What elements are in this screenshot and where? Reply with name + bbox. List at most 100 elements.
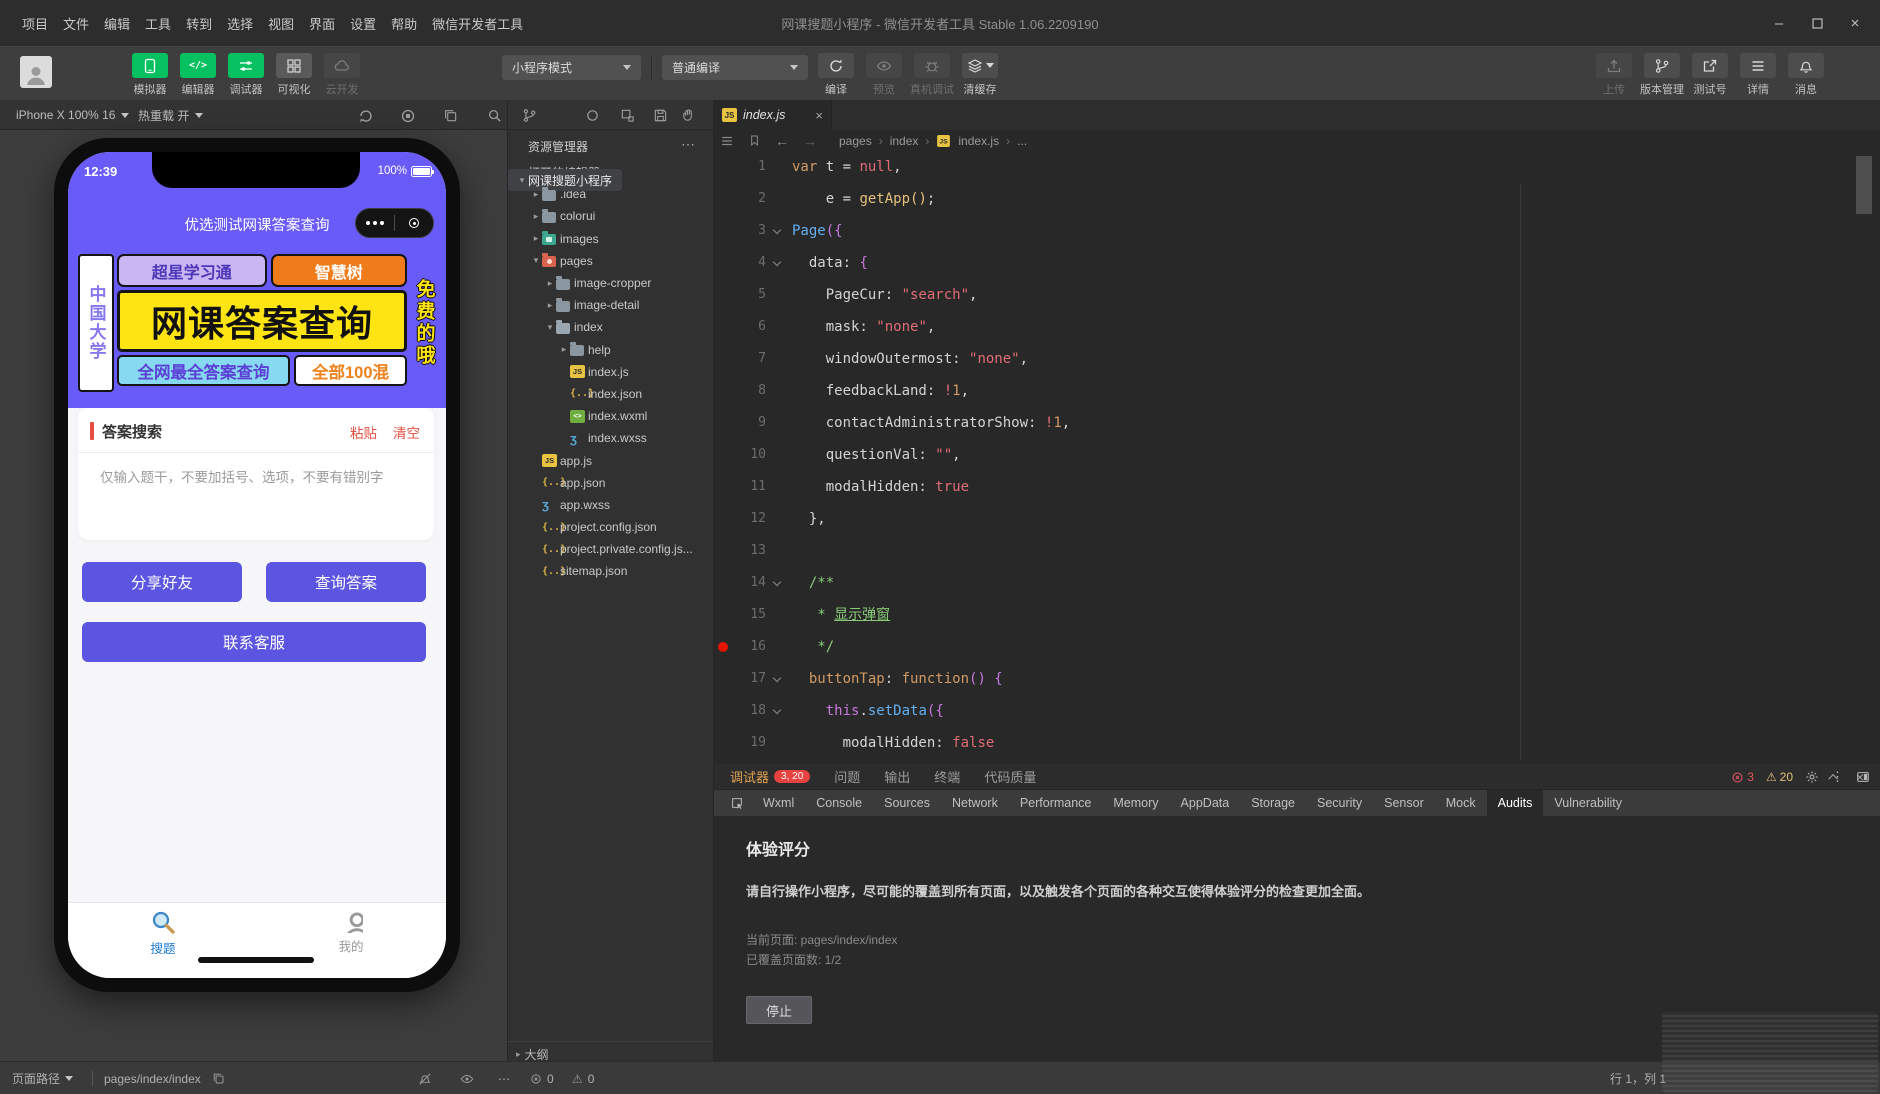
line-number[interactable]: 8: [714, 375, 766, 407]
panel-tab-输出[interactable]: 输出: [884, 767, 910, 786]
fold-chevron-icon[interactable]: [772, 673, 782, 683]
clear-link[interactable]: 清空: [393, 422, 420, 442]
compile-mode-select[interactable]: 普通编译: [662, 55, 808, 80]
toolbar-button-可视化[interactable]: 可视化: [276, 53, 312, 97]
devtools-tab-Audits[interactable]: Audits: [1486, 790, 1544, 816]
exit-button[interactable]: [395, 218, 433, 228]
search-icon[interactable]: [487, 107, 502, 125]
chevron-down-icon[interactable]: ▾: [516, 175, 528, 186]
devtools-tab-Memory[interactable]: Memory: [1102, 790, 1169, 816]
avatar[interactable]: [20, 56, 52, 88]
tree-item-index[interactable]: ▾ index: [508, 316, 714, 338]
toolbar-button-版本管理[interactable]: 版本管理: [1640, 53, 1684, 97]
tab-index-js[interactable]: JS index.js ×: [714, 100, 832, 130]
watch-icon[interactable]: [460, 1062, 474, 1094]
toolbar-button-云开发[interactable]: 云开发: [324, 53, 360, 97]
panel-tab-代码质量[interactable]: 代码质量: [984, 767, 1036, 786]
line-number[interactable]: 10: [714, 439, 766, 471]
mode-select[interactable]: 小程序模式: [502, 55, 641, 80]
grid2-icon[interactable]: [620, 107, 635, 125]
chevron-right-icon[interactable]: ▸: [544, 278, 556, 289]
copy-path-icon[interactable]: [212, 1062, 225, 1094]
chevron-right-icon[interactable]: ▸: [530, 211, 542, 222]
line-number[interactable]: 17: [714, 663, 766, 695]
tree-item-help[interactable]: ▸ help: [508, 339, 714, 361]
chevron-right-icon[interactable]: ▸: [558, 344, 570, 355]
fold-chevron-icon[interactable]: [772, 577, 782, 587]
fold-chevron-icon[interactable]: [772, 705, 782, 715]
tree-item-app.wxss[interactable]: ʒ app.wxss: [508, 494, 714, 516]
save-icon[interactable]: [653, 107, 668, 125]
devtools-tab-Sensor[interactable]: Sensor: [1373, 790, 1435, 816]
breadcrumb-item-index.js[interactable]: index.js: [958, 134, 999, 148]
line-number[interactable]: 13: [714, 535, 766, 567]
circle-icon[interactable]: [585, 107, 600, 125]
tab-mine[interactable]: 我的: [306, 909, 396, 955]
tree-item-index.wxml[interactable]: <> index.wxml: [508, 405, 714, 427]
line-number[interactable]: 19: [714, 727, 766, 759]
line-number[interactable]: 1: [714, 151, 766, 183]
more-status-icon[interactable]: ⋯: [498, 1062, 510, 1094]
close-icon[interactable]: ×: [815, 108, 823, 123]
bookmark-icon[interactable]: [748, 132, 761, 150]
line-number[interactable]: 11: [714, 471, 766, 503]
devtools-tab-Security[interactable]: Security: [1306, 790, 1373, 816]
record-icon[interactable]: [400, 107, 416, 125]
cursor-position[interactable]: 行 1，列 1: [1610, 1062, 1666, 1094]
breadcrumb-item-pages[interactable]: pages: [839, 134, 872, 148]
toolbar-button-调试器[interactable]: 调试器: [228, 53, 264, 97]
line-number[interactable]: 6: [714, 311, 766, 343]
minimize-button[interactable]: –: [1760, 0, 1798, 46]
tree-item-app.js[interactable]: JS app.js: [508, 449, 714, 471]
devtools-tab-Performance[interactable]: Performance: [1009, 790, 1103, 816]
line-number[interactable]: 18: [714, 695, 766, 727]
toolbar-button-消息[interactable]: 消息: [1788, 53, 1824, 97]
line-number[interactable]: 2: [714, 183, 766, 215]
devtools-error-count[interactable]: 3: [1731, 770, 1754, 784]
line-number[interactable]: 16: [714, 631, 766, 663]
dock-side-icon[interactable]: [1856, 770, 1870, 785]
tree-item-app.json[interactable]: {..} app.json: [508, 472, 714, 494]
fold-chevron-icon[interactable]: [772, 257, 782, 267]
tree-item-index.js[interactable]: JS index.js: [508, 361, 714, 383]
toolbar-button-预览[interactable]: 预览: [866, 53, 902, 97]
forward-icon[interactable]: →: [803, 133, 817, 149]
line-number[interactable]: 12: [714, 503, 766, 535]
more-actions-icon[interactable]: ⋯: [681, 136, 696, 153]
toolbar-button-编译[interactable]: 编译: [818, 53, 854, 97]
status-warning-count[interactable]: ⚠ 0: [572, 1062, 594, 1094]
tree-item-index.json[interactable]: {..} index.json: [508, 383, 714, 405]
paste-link[interactable]: 粘贴: [350, 422, 377, 442]
devtools-warning-count[interactable]: ⚠ 20: [1766, 770, 1793, 784]
outline-list-icon[interactable]: [720, 132, 734, 150]
close-button[interactable]: ×: [1836, 0, 1874, 46]
more-menu-button[interactable]: [356, 221, 394, 225]
chevron-down-icon[interactable]: ▾: [530, 255, 542, 266]
toolbar-button-模拟器[interactable]: 模拟器: [132, 53, 168, 97]
device-select[interactable]: iPhone X 100% 16: [16, 100, 130, 130]
stop-button[interactable]: 停止: [746, 996, 812, 1024]
devtools-tab-Network[interactable]: Network: [941, 790, 1009, 816]
chevron-right-icon[interactable]: ▸: [544, 300, 556, 311]
tree-item-project.config.json[interactable]: {..} project.config.json: [508, 516, 714, 538]
line-number[interactable]: 15: [714, 599, 766, 631]
promo-banner[interactable]: 中国大学 超星学习通 智慧树 网课答案查询 全网最全答案查询 全部100混 免费…: [78, 254, 438, 392]
notification-toggle-icon[interactable]: [418, 1062, 432, 1094]
kebab-menu-icon[interactable]: ⋮: [1831, 769, 1844, 785]
tree-item-colorui[interactable]: ▸ colorui: [508, 205, 714, 227]
branch-icon[interactable]: [522, 107, 537, 125]
copy-icon[interactable]: [443, 107, 458, 125]
line-number[interactable]: 7: [714, 343, 766, 375]
status-error-count[interactable]: 0: [530, 1062, 554, 1094]
back-icon[interactable]: ←: [775, 133, 789, 149]
devtools-tab-Wxml[interactable]: Wxml: [752, 790, 805, 816]
tree-item-image-detail[interactable]: ▸ image-detail: [508, 294, 714, 316]
devtools-tab-Console[interactable]: Console: [805, 790, 873, 816]
panel-tab-终端[interactable]: 终端: [934, 767, 960, 786]
line-number[interactable]: 14: [714, 567, 766, 599]
toolbar-button-编辑器[interactable]: </> 编辑器: [180, 53, 216, 97]
toolbar-button-真机调试[interactable]: 真机调试: [910, 53, 954, 97]
tab-search[interactable]: 搜题: [118, 909, 208, 957]
rotate-icon[interactable]: [358, 107, 374, 125]
panel-tab-调试器[interactable]: 调试器 3, 20: [730, 767, 811, 786]
